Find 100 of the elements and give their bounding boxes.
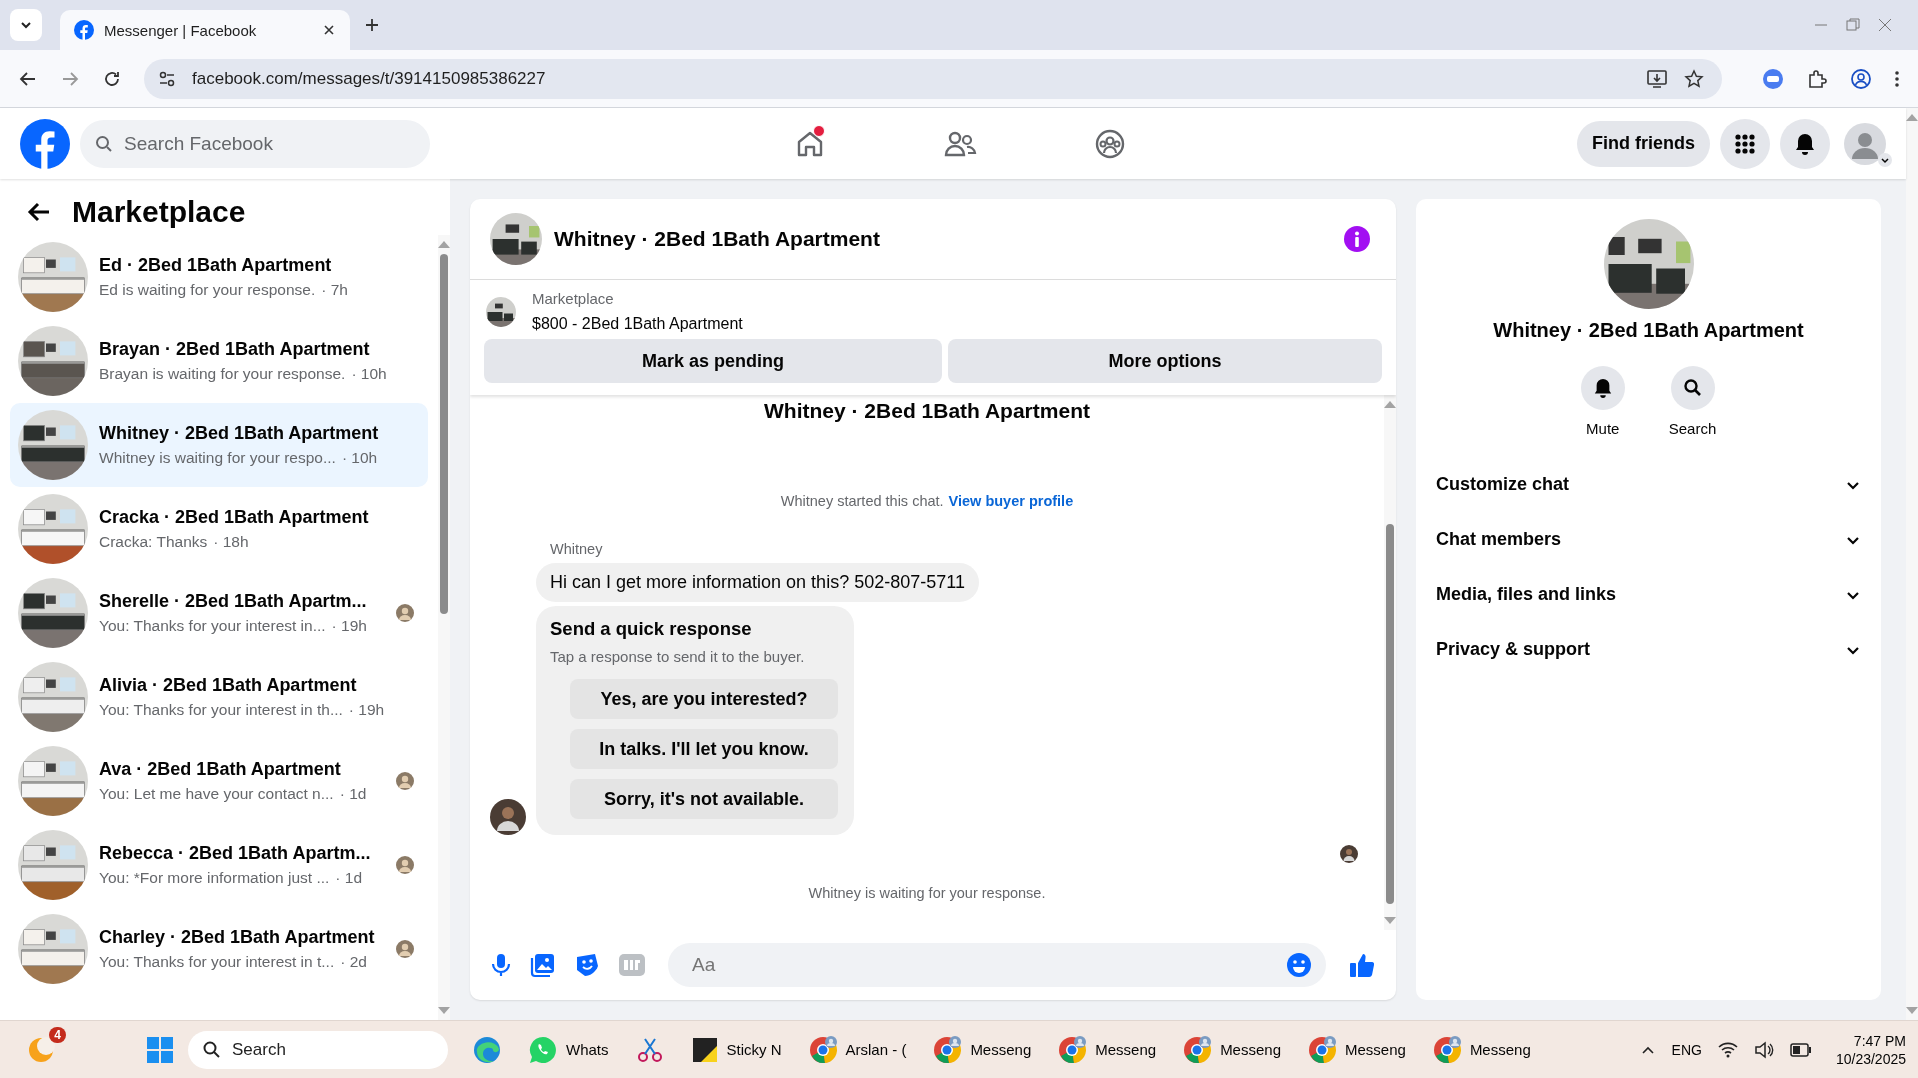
conversation-item[interactable]: Charley · 2Bed 1Bath Apartment You: Thanks for your interest in t... · 2d	[10, 907, 428, 991]
app-label: Whats	[566, 1041, 609, 1058]
taskbar-app[interactable]: Arslan - (	[801, 1024, 913, 1075]
message-preview: Whitney is waiting for your respo...	[99, 449, 336, 467]
listing-title: $800 - 2Bed 1Bath Apartment	[532, 315, 743, 333]
menu-button[interactable]	[1720, 118, 1770, 169]
puzzle-icon[interactable]	[1806, 67, 1828, 90]
quick-response-button[interactable]: Yes, are you interested?	[570, 679, 838, 719]
app-label: Arslan - (	[845, 1041, 907, 1058]
conversation-item[interactable]: Brayan · 2Bed 1Bath Apartment Brayan is waiting for your response. · 10h	[10, 319, 428, 403]
conversation-item[interactable]: Ed · 2Bed 1Bath Apartment Ed is waiting for your response. · 7h	[10, 235, 428, 319]
listing-action-button[interactable]: Mark as pending	[484, 339, 942, 383]
taskbar-app[interactable]: Messeng	[1425, 1024, 1537, 1075]
grid-icon	[1734, 132, 1756, 155]
search-field[interactable]: Search Facebook	[80, 119, 430, 168]
message-preview: Ed is waiting for your response.	[99, 281, 316, 299]
microphone-icon[interactable]	[490, 952, 512, 978]
emoji-icon[interactable]	[1286, 952, 1312, 978]
profile-icon[interactable]	[1850, 67, 1872, 90]
sender-name: Whitney	[550, 541, 604, 557]
avatar-icon	[490, 799, 526, 835]
tab-search-button[interactable]	[10, 9, 42, 41]
timestamp: · 2d	[340, 953, 367, 971]
listing-label: Marketplace	[532, 290, 615, 307]
scrollbar[interactable]	[1906, 108, 1918, 1020]
chrome-icon	[1307, 1034, 1337, 1065]
clock-time[interactable]: 7:47 PM	[1853, 1031, 1906, 1050]
conversation-item[interactable]: Alivia · 2Bed 1Bath Apartment You: Thanks for your interest in th... · 19h	[10, 655, 428, 739]
quick-response-title: Send a quick response	[550, 618, 753, 640]
message-preview: Cracka: Thanks	[99, 533, 208, 551]
section-header[interactable]: Privacy & support	[1436, 622, 1861, 677]
find-friends-button[interactable]: Find friends	[1577, 120, 1710, 167]
view-buyer-profile-link[interactable]: View buyer profile	[948, 493, 1074, 509]
clock-date[interactable]: 10/23/2025	[1835, 1049, 1906, 1068]
section-header[interactable]: Media, files and links	[1436, 567, 1861, 622]
menu-icon[interactable]	[1894, 68, 1900, 89]
sticker-icon[interactable]	[574, 952, 600, 978]
image-icon[interactable]	[530, 952, 556, 978]
address-bar[interactable]: facebook.com/messages/t/3914150985386227	[144, 58, 1722, 99]
site-settings-icon[interactable]	[158, 69, 176, 88]
info-icon[interactable]	[1344, 226, 1370, 252]
close-window-icon[interactable]	[1878, 18, 1892, 32]
quick-response-button[interactable]: Sorry, it's not available.	[570, 779, 838, 819]
windows-start-icon[interactable]	[146, 1035, 174, 1064]
volume-icon[interactable]	[1753, 1040, 1774, 1059]
browser-tab[interactable]: Messenger | Facebook	[60, 10, 350, 50]
taskbar-search-field[interactable]: Search	[188, 1030, 448, 1069]
tab-title: Messenger | Facebook	[104, 21, 258, 39]
quick-response-button[interactable]: In talks. I'll let you know.	[570, 729, 838, 769]
section-header[interactable]: Chat members	[1436, 512, 1861, 567]
extension-icon[interactable]	[1762, 67, 1784, 90]
like-icon[interactable]	[1348, 951, 1376, 979]
close-icon[interactable]	[322, 23, 336, 37]
conversation-title: Sherelle · 2Bed 1Bath Apartm...	[99, 591, 368, 612]
conversation-title: Ava · 2Bed 1Bath Apartment	[99, 759, 342, 780]
install-app-icon[interactable]	[1646, 68, 1668, 89]
conversation-title: Alivia · 2Bed 1Bath Apartment	[99, 675, 358, 696]
quick-response-hint: Tap a response to send it to the buyer.	[550, 648, 806, 665]
app-label: Sticky N	[726, 1041, 782, 1058]
mute-button[interactable]	[1580, 366, 1625, 410]
timestamp: · 1d	[335, 869, 363, 887]
url-text: facebook.com/messages/t/3914150985386227	[192, 68, 546, 89]
taskbar-app[interactable]: Messeng	[926, 1024, 1038, 1075]
conversation-item[interactable]: Rebecca · 2Bed 1Bath Apartm... You: *For more information just ... · 1d	[10, 823, 428, 907]
search-icon	[202, 1039, 222, 1060]
battery-icon[interactable]	[1789, 1042, 1812, 1057]
chrome-icon	[1182, 1034, 1213, 1065]
section-header[interactable]: Customize chat	[1436, 457, 1861, 512]
conversation-item[interactable]: Sherelle · 2Bed 1Bath Apartm... You: Thanks for your interest in... · 19h	[10, 571, 428, 655]
conversation-item[interactable]: Whitney · 2Bed 1Bath Apartment Whitney is waiting for your respo... · 10h	[10, 403, 428, 487]
taskbar-app[interactable]: Messeng	[1051, 1024, 1163, 1075]
notifications-button[interactable]	[1780, 118, 1830, 169]
taskbar-app[interactable]: Messeng	[1176, 1024, 1287, 1075]
scrollbar[interactable]	[438, 235, 450, 1020]
listing-action-button[interactable]: More options	[948, 339, 1382, 383]
taskbar-app[interactable]: Sticky N	[684, 1024, 788, 1075]
message-input[interactable]: Aa	[668, 943, 1326, 987]
message-preview: You: Let me have your contact n...	[99, 785, 334, 803]
conversation-name: Whitney · 2Bed 1Bath Apartment	[1493, 319, 1804, 342]
language-indicator[interactable]: ENG	[1671, 1041, 1702, 1058]
facebook-logo-icon[interactable]	[20, 118, 70, 169]
seen-avatar-icon	[1340, 845, 1358, 863]
conversation-item[interactable]: Cracka · 2Bed 1Bath Apartment Cracka: Thanks · 18h	[10, 487, 428, 571]
conversation-item[interactable]: Ava · 2Bed 1Bath Apartment You: Let me have your contact n... · 1d	[10, 739, 428, 823]
search-button[interactable]	[1670, 366, 1715, 410]
chat-title: Whitney · 2Bed 1Bath Apartment	[554, 227, 880, 251]
timestamp: · 10h	[341, 449, 378, 467]
taskbar-app[interactable]: Whats	[522, 1024, 615, 1075]
conversation-title: Brayan · 2Bed 1Bath Apartment	[99, 339, 371, 360]
message-preview: You: Thanks for your interest in t...	[99, 953, 335, 971]
timestamp: · 19h	[348, 701, 385, 719]
taskbar-app[interactable]: Messeng	[1301, 1024, 1412, 1075]
chrome-icon	[932, 1034, 963, 1065]
waiting-notice: Whitney is waiting for your response.	[807, 885, 1047, 901]
scrollbar[interactable]	[1384, 395, 1396, 930]
star-icon[interactable]	[1684, 68, 1704, 89]
timestamp: · 10h	[351, 365, 387, 383]
wifi-icon[interactable]	[1717, 1040, 1738, 1059]
new-tab-icon[interactable]	[364, 17, 380, 33]
browser-icon	[472, 1034, 502, 1065]
